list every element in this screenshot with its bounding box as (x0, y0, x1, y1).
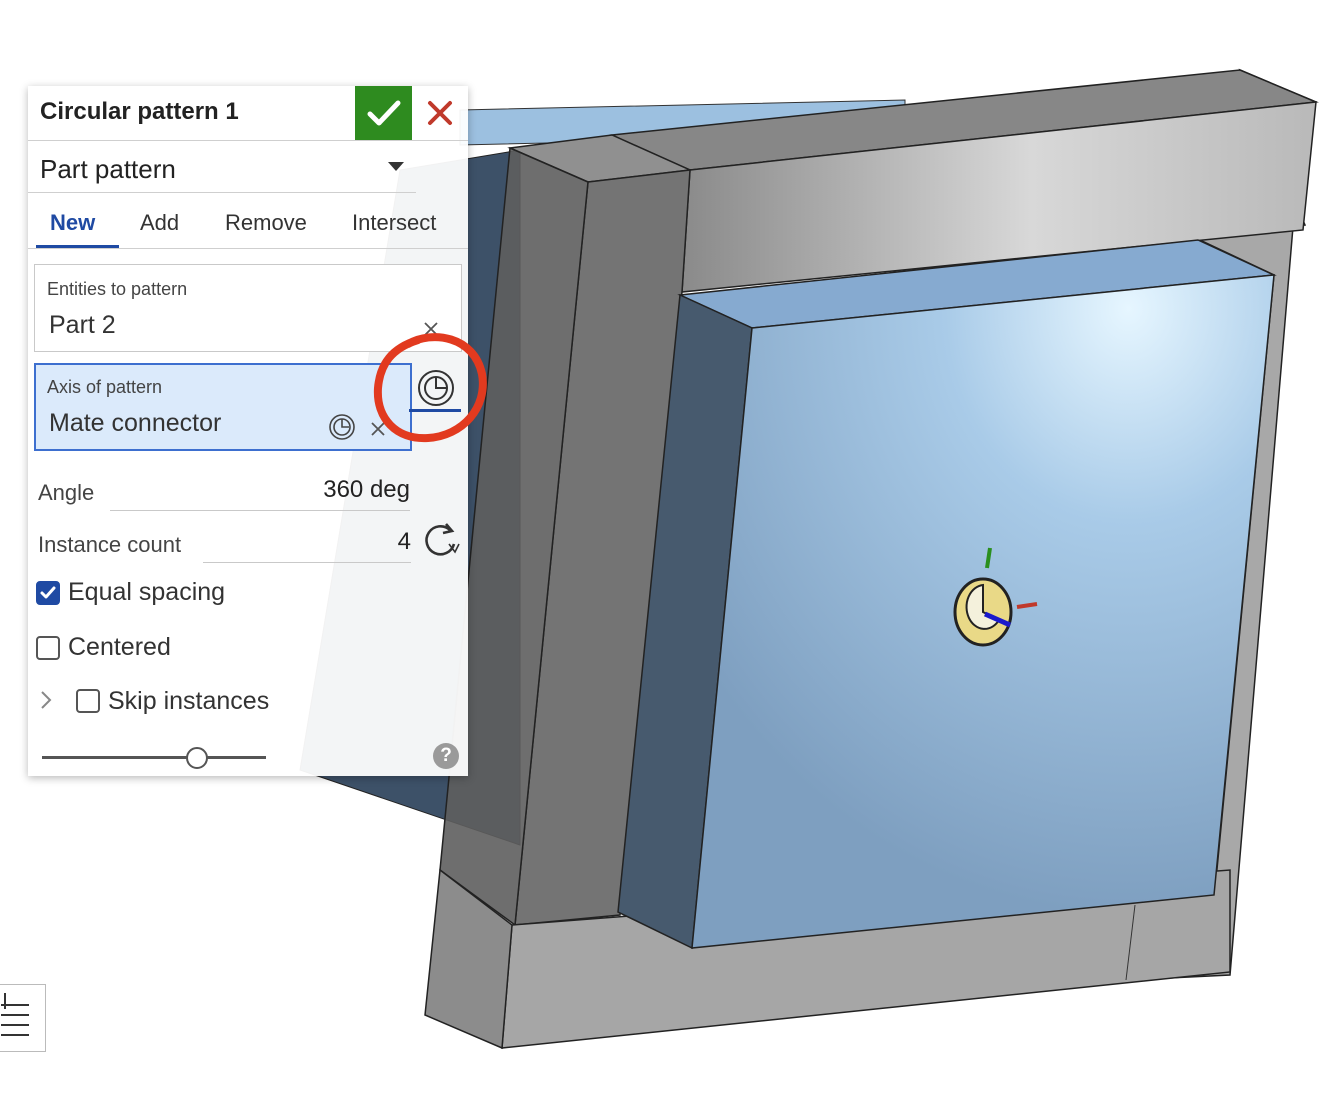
divider (28, 248, 468, 249)
mate-connector-icon (418, 370, 454, 406)
instance-count-label: Instance count (38, 532, 182, 557)
list-icon (1, 993, 29, 1036)
checkmark-icon (40, 586, 56, 599)
flip-direction-icon[interactable] (422, 520, 462, 560)
axis-label: Axis of pattern (47, 377, 163, 397)
close-icon (428, 101, 452, 125)
pattern-type-select[interactable]: Part pattern (40, 154, 176, 185)
cancel-button[interactable] (420, 86, 460, 140)
slider-thumb[interactable] (185, 747, 208, 769)
angle-input[interactable]: 360 deg (110, 476, 410, 511)
mate-connector-button[interactable] (412, 366, 460, 410)
clear-icon[interactable] (370, 421, 386, 437)
mate-connector-icon (329, 414, 355, 440)
circular-pattern-dialog: Circular pattern 1 Part pattern New Add … (28, 86, 468, 776)
feature-list-button[interactable] (0, 984, 46, 1052)
centered-label[interactable]: Centered (68, 633, 171, 662)
entities-value[interactable]: Part 2 (49, 311, 116, 340)
tab-remove[interactable]: Remove (225, 210, 307, 236)
dialog-title: Circular pattern 1 (40, 98, 239, 125)
centered-checkbox[interactable] (36, 636, 60, 660)
entities-label: Entities to pattern (47, 279, 188, 299)
entities-field[interactable]: Entities to pattern Part 2 (34, 264, 462, 352)
divider (28, 140, 468, 141)
slider-track[interactable] (42, 756, 266, 759)
divider (28, 192, 416, 193)
chevron-right-icon[interactable] (38, 689, 54, 711)
help-icon[interactable]: ? (433, 743, 459, 769)
angle-label: Angle (38, 480, 95, 505)
active-indicator (409, 409, 461, 412)
chevron-down-icon[interactable] (388, 162, 404, 171)
skip-instances-label[interactable]: Skip instances (108, 687, 269, 716)
checkmark-icon (367, 100, 400, 126)
axis-value[interactable]: Mate connector (49, 409, 221, 438)
equal-spacing-checkbox[interactable] (36, 581, 60, 605)
clear-icon[interactable] (423, 321, 439, 337)
equal-spacing-label[interactable]: Equal spacing (68, 578, 225, 607)
tab-new[interactable]: New (50, 210, 95, 236)
skip-instances-checkbox[interactable] (76, 689, 100, 713)
accept-button[interactable] (355, 86, 412, 140)
instance-count-input[interactable]: 4 (203, 528, 411, 563)
axis-field[interactable]: Axis of pattern Mate connector (34, 363, 412, 451)
tab-add[interactable]: Add (140, 210, 179, 236)
tab-intersect[interactable]: Intersect (352, 210, 436, 236)
